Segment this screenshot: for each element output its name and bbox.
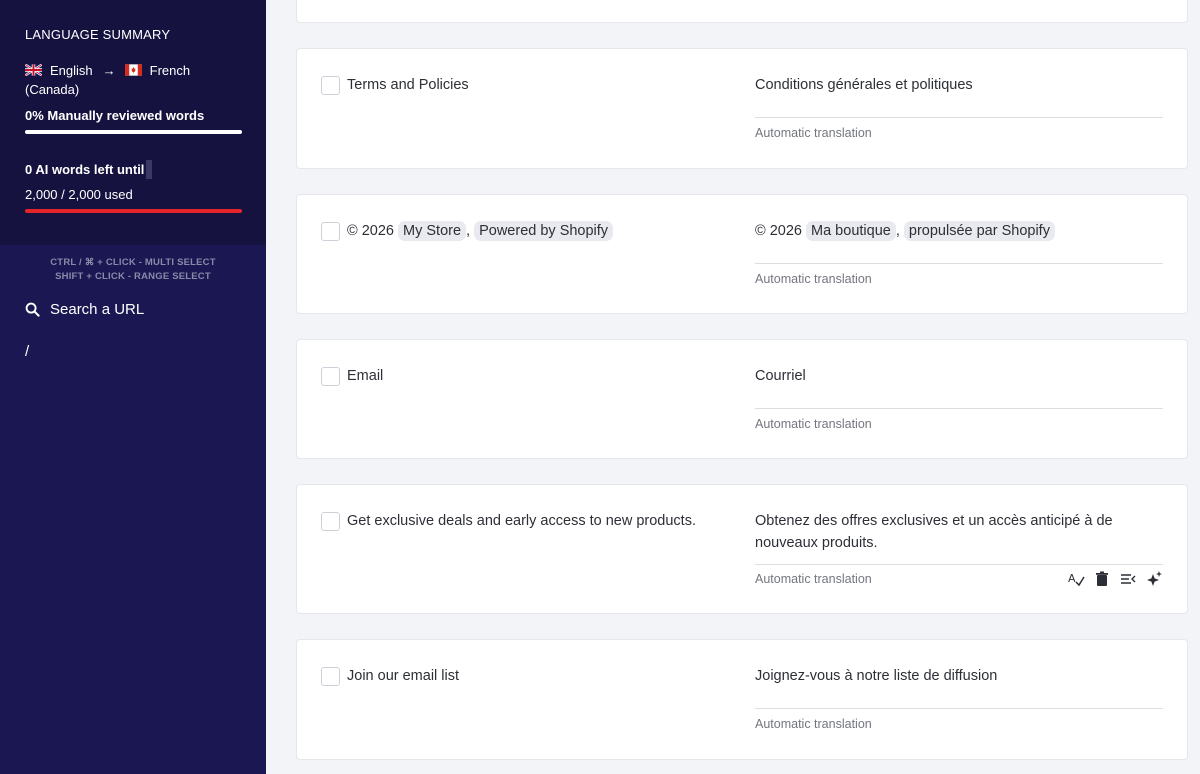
source-text: Get exclusive deals and early access to … — [347, 513, 696, 529]
target-text[interactable]: © 2026 Ma boutique, propulsée par Shopif… — [755, 220, 1155, 242]
range-select-hint: SHIFT + CLICK - RANGE SELECT — [55, 271, 211, 282]
multi-select-hint: CTRL / ⌘ + CLICK - MULTI SELECT — [50, 257, 216, 268]
divider — [755, 263, 1163, 264]
divider — [755, 117, 1163, 118]
target-prefix: © 2026 — [755, 223, 802, 239]
divider — [755, 708, 1163, 709]
search-url-button[interactable]: Search a URL — [25, 301, 266, 318]
sidebar: LANGUAGE SUMMARY English → French (Canada… — [0, 0, 266, 774]
divider — [755, 408, 1163, 409]
translation-card: Email Courriel Automatic translation — [296, 339, 1188, 459]
translation-card: Join our email list Joignez-vous à notre… — [296, 639, 1188, 760]
ai-words-label: 0 AI words left until — [25, 162, 145, 177]
source-text: Terms and Policies — [347, 77, 469, 93]
translation-list: Terms and Policies Conditions générales … — [266, 0, 1200, 774]
target-text[interactable]: Joignez-vous à notre liste de diffusion — [755, 665, 1155, 687]
text-cursor — [146, 160, 153, 179]
text-align-icon[interactable] — [1119, 570, 1137, 588]
row-checkbox[interactable] — [321, 512, 340, 531]
target-variable-chip: Ma boutique — [806, 221, 896, 241]
language-pair: English → French (Canada) — [25, 61, 242, 99]
source-variable-chip: My Store — [398, 221, 467, 241]
translation-card: © 2026 My Store, Powered by Shopify © 20… — [296, 194, 1188, 314]
language-summary-title: LANGUAGE SUMMARY — [25, 27, 171, 42]
target-text[interactable]: Obtenez des offres exclusives et un accè… — [755, 510, 1155, 554]
translation-card-partial — [296, 0, 1188, 23]
arrow-right-icon: → — [102, 63, 116, 78]
ai-words-left: 0 AI words left until — [25, 160, 242, 179]
ai-usage-progress-bar — [25, 209, 242, 213]
divider — [755, 564, 1163, 565]
row-checkbox[interactable] — [321, 367, 340, 386]
source-text: © 2026 My Store, Powered by Shopify — [347, 220, 614, 242]
translation-status: Automatic translation — [755, 126, 872, 140]
source-variable-chip: Powered by Shopify — [474, 221, 614, 241]
target-variable-chip: propulsée par Shopify — [903, 221, 1055, 241]
translation-card: Terms and Policies Conditions générales … — [296, 48, 1188, 169]
source-prefix: © 2026 — [347, 223, 394, 239]
target-region: (Canada) — [25, 82, 80, 97]
search-icon — [25, 302, 40, 317]
selection-hint: CTRL / ⌘ + CLICK - MULTI SELECT SHIFT + … — [0, 256, 266, 284]
search-url-label: Search a URL — [50, 301, 145, 318]
spellcheck-icon[interactable]: A — [1067, 570, 1085, 588]
translation-status: Automatic translation — [755, 717, 872, 731]
row-checkbox[interactable] — [321, 222, 340, 241]
translation-status: Automatic translation — [755, 417, 872, 431]
target-language: French — [149, 63, 191, 78]
reviewed-words-label: 0% Manually reviewed words — [25, 108, 205, 123]
row-toolbar: A — [1067, 570, 1163, 588]
separator: , — [895, 223, 900, 239]
translation-status: Automatic translation — [755, 272, 872, 286]
url-item-root[interactable]: / — [25, 343, 266, 360]
trash-icon[interactable] — [1093, 570, 1111, 588]
ai-used-label: 2,000 / 2,000 used — [25, 187, 133, 202]
separator: , — [466, 223, 471, 239]
sparkle-icon[interactable] — [1145, 570, 1163, 588]
source-text: Email — [347, 368, 384, 384]
uk-flag-icon — [25, 64, 42, 76]
target-text[interactable]: Conditions générales et politiques — [755, 74, 1155, 96]
row-checkbox[interactable] — [321, 667, 340, 686]
source-text: Join our email list — [347, 668, 460, 684]
language-summary-panel: LANGUAGE SUMMARY English → French (Canada… — [0, 0, 266, 245]
row-checkbox[interactable] — [321, 76, 340, 95]
svg-text:A: A — [1068, 572, 1076, 585]
reviewed-progress-bar — [25, 130, 242, 134]
translation-status: Automatic translation — [755, 572, 872, 586]
translation-card: Get exclusive deals and early access to … — [296, 484, 1188, 614]
source-language: English — [50, 63, 93, 78]
target-text[interactable]: Courriel — [755, 365, 1155, 387]
canada-flag-icon — [124, 64, 142, 76]
